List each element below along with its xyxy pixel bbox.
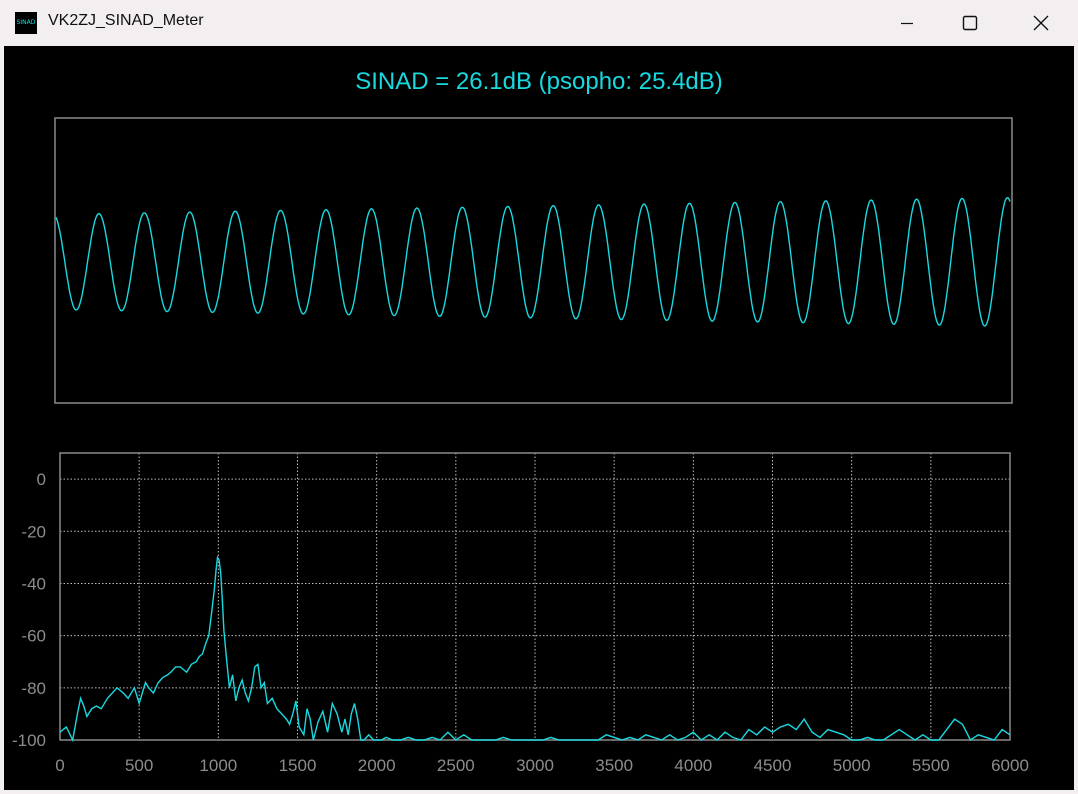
spectrum-x-tick-label: 1000 — [199, 756, 237, 775]
spectrum-x-tick-label: 5500 — [912, 756, 950, 775]
title-bar[interactable]: SINAD VK2ZJ_SINAD_Meter — [0, 0, 1078, 46]
sinad-app-icon: SINAD — [15, 12, 37, 34]
spectrum-y-tick-label: -20 — [21, 522, 46, 541]
spectrum-y-tick-label: -40 — [21, 574, 46, 593]
spectrum-grid — [60, 453, 1010, 740]
spectrum-y-tick-label: -60 — [21, 627, 46, 646]
spectrum-x-tick-label: 3500 — [595, 756, 633, 775]
spectrum-y-tick-label: -100 — [12, 731, 46, 750]
plots-canvas: 0 500 1000 1500 2000 2500 3000 3500 4000 4500 5000… — [12, 117, 1029, 775]
spectrum-x-tick-label: 3000 — [516, 756, 554, 775]
spectrum-x-tick-label: 6000 — [991, 756, 1029, 775]
spectrum-x-tick-label: 0 — [55, 756, 64, 775]
waveform-trace — [55, 196, 1011, 327]
spectrum-y-tick-label: -80 — [21, 679, 46, 698]
close-icon — [1033, 15, 1049, 31]
waveform-panel-frame — [54, 117, 1013, 404]
spectrum-x-tick-label: 4000 — [674, 756, 712, 775]
spectrum-x-tick-label: 2000 — [358, 756, 396, 775]
spectrum-x-tick-label: 500 — [125, 756, 153, 775]
close-button[interactable] — [1018, 0, 1064, 46]
minimize-button[interactable] — [884, 0, 930, 46]
maximize-icon — [962, 15, 978, 31]
maximize-button[interactable] — [947, 0, 993, 46]
meter-display: SINAD = 26.1dB (psopho: 25.4dB) 0 500 1000… — [4, 46, 1074, 790]
app-window: SINAD VK2ZJ_SINAD_Meter SINAD = 26.1dB (… — [0, 0, 1078, 794]
spectrum-tick-labels: 0 500 1000 1500 2000 2500 3000 3500 4000 4500 5000… — [12, 470, 1029, 775]
spectrum-x-tick-label: 5000 — [833, 756, 871, 775]
spectrum-x-tick-label: 1500 — [279, 756, 317, 775]
spectrum-x-tick-label: 4500 — [754, 756, 792, 775]
spectrum-x-tick-label: 2500 — [437, 756, 475, 775]
spectrum-y-tick-label: 0 — [37, 470, 46, 489]
window-title: VK2ZJ_SINAD_Meter — [48, 12, 204, 29]
minimize-icon — [901, 22, 913, 25]
